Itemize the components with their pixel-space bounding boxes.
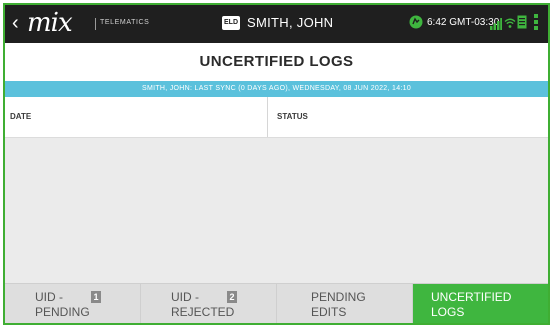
table-header: DATE STATUS — [5, 97, 548, 138]
top-status-bar: ‹ mix TELEMATICS ELD SMITH, JOHN 6:42 GM… — [5, 5, 548, 43]
more-vert-icon[interactable] — [533, 14, 539, 35]
column-header-status[interactable]: STATUS — [277, 97, 527, 137]
bottom-tab-bar: UID - PENDING 1 UID - REJECTED 2 PENDING… — [5, 283, 548, 323]
document-icon[interactable] — [517, 15, 527, 34]
clock-readout: 6:42 GMT-03:30 — [427, 17, 500, 28]
tab-label-line1: UNCERTIFIED — [431, 290, 512, 304]
app-frame: ‹ mix TELEMATICS ELD SMITH, JOHN 6:42 GM… — [3, 3, 550, 325]
eld-badge: ELD — [222, 16, 240, 30]
sync-status-banner: SMITH, JOHN: LAST SYNC (0 DAYS AGO), WED… — [5, 81, 548, 97]
signal-bars-icon — [490, 17, 502, 35]
tab-label-line2: LOGS — [431, 305, 465, 319]
tab-label-line1: UID - — [35, 290, 63, 304]
tab-uncertified-logs[interactable]: UNCERTIFIED LOGS — [413, 284, 548, 323]
tab-label-line2: PENDING — [35, 305, 90, 319]
column-header-date[interactable]: DATE — [10, 97, 262, 137]
driver-status-icon[interactable] — [409, 15, 423, 34]
tab-label-line2: EDITS — [311, 305, 347, 319]
logo-subtitle: TELEMATICS — [100, 19, 150, 26]
tab-label-line2: REJECTED — [171, 305, 235, 319]
tab-label-line1: UID - — [171, 290, 199, 304]
driver-name[interactable]: SMITH, JOHN — [247, 15, 333, 30]
logo-divider — [95, 18, 96, 30]
tab-uid-pending[interactable]: UID - PENDING 1 — [5, 284, 141, 323]
count-badge: 1 — [91, 291, 101, 303]
tab-uid-rejected[interactable]: UID - REJECTED 2 — [141, 284, 277, 323]
tab-pending-edits[interactable]: PENDING EDITS — [277, 284, 413, 323]
mix-logo: mix — [27, 8, 73, 38]
column-divider — [267, 97, 268, 137]
logs-table-body — [5, 138, 548, 283]
tab-label-line1: PENDING — [311, 290, 366, 304]
wifi-icon — [504, 16, 516, 34]
page-title: UNCERTIFIED LOGS — [5, 43, 548, 81]
back-chevron-icon[interactable]: ‹ — [12, 13, 19, 33]
count-badge: 2 — [227, 291, 237, 303]
